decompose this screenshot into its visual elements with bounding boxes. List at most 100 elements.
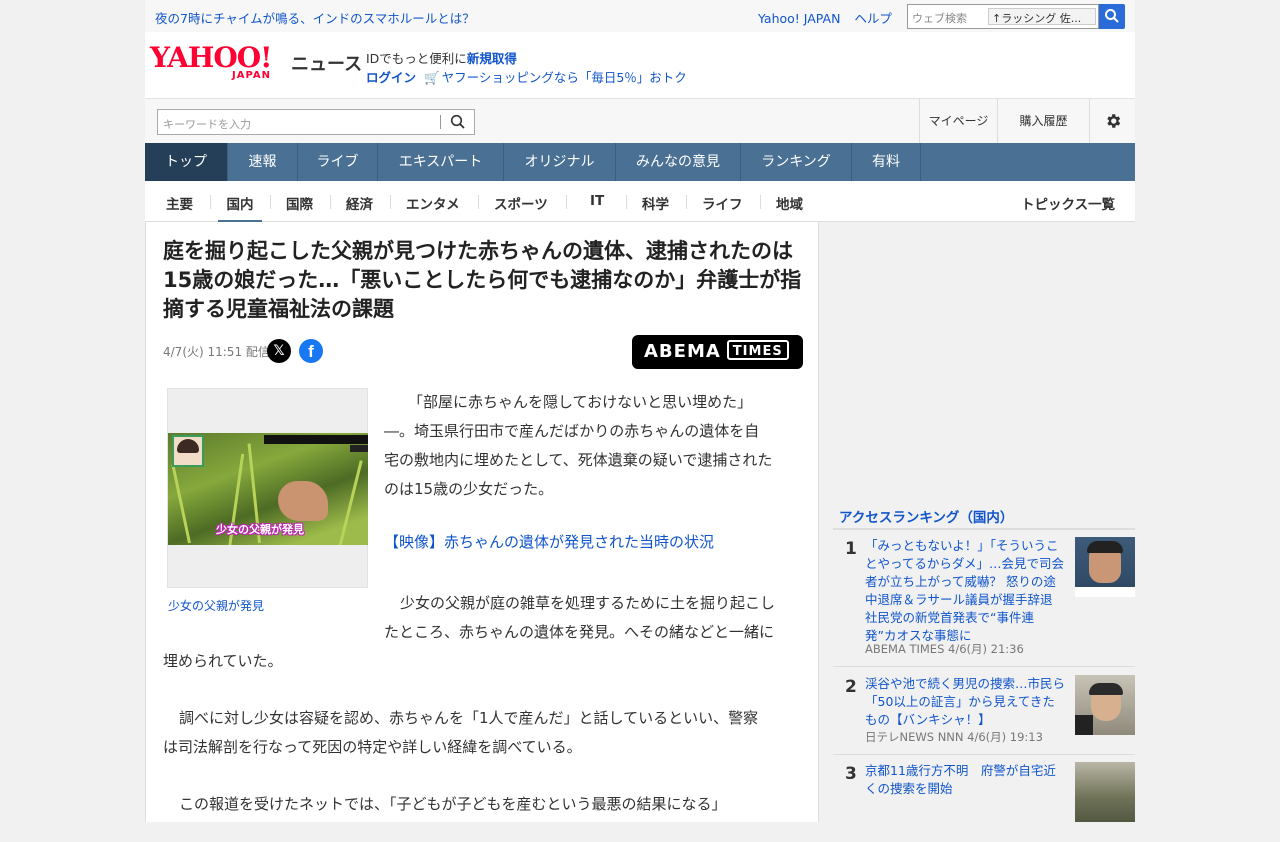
- yahoo-japan-link[interactable]: Yahoo! JAPAN: [758, 11, 840, 26]
- register-link[interactable]: 新規取得: [467, 51, 517, 66]
- nav-live[interactable]: ライブ: [298, 143, 378, 181]
- ranking-headline[interactable]: 渓谷や池で続く男児の捜索…市民ら「50以上の証言」から見えてきたもの【バンキシャ…: [865, 675, 1065, 729]
- nav-original[interactable]: オリジナル: [504, 143, 616, 181]
- paragraph-line: ―。埼玉県行田市で産んだばかりの赤ちゃんの遺体を自: [384, 422, 760, 440]
- paragraph-line: 宅の敷地内に埋めたとして、死体遺棄の疑いで逮捕された: [384, 451, 773, 469]
- login-link[interactable]: ログイン: [366, 70, 416, 85]
- shopping-promo-link[interactable]: ヤフーショッピングなら「毎日5％」おトク: [442, 70, 687, 85]
- ranking-number: 3: [845, 764, 857, 784]
- purchase-history-link[interactable]: 購入履歴: [997, 99, 1089, 144]
- yahoo-logo[interactable]: YAHOO!: [150, 44, 272, 72]
- account-prompt-text: IDでもっと便利に: [366, 51, 467, 66]
- paragraph-line: この報道を受けたネットでは、「子どもが子どもを産むという最悪の結果になる」: [179, 795, 727, 813]
- service-name[interactable]: ニュース: [291, 50, 362, 76]
- ranking-title[interactable]: アクセスランキング（国内）: [839, 506, 1013, 526]
- yahoo-logo-sub: JAPAN: [232, 70, 271, 81]
- article-title: 庭を掘り起こした父親が見つけた赤ちゃんの遺体、逮捕されたのは15歳の娘だった…「…: [163, 239, 802, 321]
- gear-icon: [1106, 114, 1120, 128]
- keyword-search-input[interactable]: キーワードを入力: [157, 109, 475, 135]
- publisher-logo-main: ABEMA: [644, 341, 721, 362]
- photo-presenter-hair: [177, 439, 199, 453]
- video-link[interactable]: 【映像】赤ちゃんの遺体が発見された当時の状況: [384, 531, 714, 552]
- category-international[interactable]: 国際: [286, 193, 313, 213]
- search-icon: [1105, 9, 1119, 23]
- category-main[interactable]: 主要: [166, 193, 193, 213]
- web-search-keyword-chip[interactable]: ↑ラッシング 佐...: [988, 8, 1096, 25]
- publisher-logo[interactable]: ABEMA TIMES: [632, 335, 803, 369]
- paragraph-line: 少女の父親が庭の雑草を処理するために土を掘り起こし: [400, 594, 776, 612]
- account-links: ログイン 🛒 ヤフーショッピングなら「毎日5％」おトク: [366, 67, 687, 86]
- top-headline-link[interactable]: 夜の7時にチャイムが鳴る、インドのスマホルールとは？: [155, 8, 475, 27]
- category-region[interactable]: 地域: [776, 193, 803, 213]
- thumb-caption-bar: [1075, 587, 1135, 597]
- site-header: YAHOO! JAPAN ニュース IDでもっと便利に新規取得 ログイン 🛒 ヤフー…: [145, 32, 1135, 98]
- ranking-number: 2: [845, 677, 857, 697]
- topics-list-link[interactable]: トピックス一覧: [1021, 193, 1115, 213]
- article-image[interactable]: 少女の父親が発見: [167, 388, 368, 588]
- category-nav: 主要 国内 国際 経済 エンタメ スポーツ IT 科学 ライフ 地域 トピックス…: [145, 181, 1135, 223]
- paragraph-line: 埋められていた。: [163, 652, 283, 670]
- nav-expert[interactable]: エキスパート: [378, 143, 504, 181]
- paragraph-line: は司法解剖を行なって死因の特定や詳しい経緯を調べている。: [163, 738, 582, 756]
- publisher-logo-sub: TIMES: [726, 340, 789, 360]
- ranking-thumbnail: [1075, 537, 1135, 597]
- ranking-thumbnail: [1075, 762, 1135, 822]
- nav-top[interactable]: トップ: [145, 143, 228, 181]
- category-life[interactable]: ライフ: [702, 193, 743, 213]
- nav-ranking[interactable]: ランキング: [741, 143, 852, 181]
- ranking-headline[interactable]: 京都11歳行方不明 府警が自宅近くの捜索を開始: [865, 762, 1065, 798]
- web-search-button[interactable]: [1099, 4, 1125, 29]
- ranking-headline[interactable]: 「みっともないよ！」「そういうことやってるからダメ」…会見で司会者が立ち上がって…: [865, 537, 1065, 645]
- thumb-hair: [1087, 541, 1123, 553]
- cart-icon: 🛒: [424, 70, 440, 85]
- web-search-input[interactable]: ウェブ検索 ↑ラッシング 佐...: [907, 4, 1099, 29]
- ranking-item[interactable]: 2 渓谷や池で続く男児の捜索…市民ら「50以上の証言」から見えてきたもの【バンキ…: [833, 675, 1135, 755]
- category-divider: [626, 195, 627, 209]
- grass-blade: [338, 460, 363, 545]
- nav-breaking[interactable]: 速報: [228, 143, 298, 181]
- ranking-thumbnail: [1075, 675, 1135, 735]
- ranking-source: 日テレNEWS NNN 4/6(月) 19:13: [865, 730, 1043, 744]
- photo-presenter-inset: [172, 435, 204, 467]
- nav-paid[interactable]: 有料: [852, 143, 921, 181]
- settings-button[interactable]: [1089, 99, 1135, 144]
- category-divider: [270, 195, 271, 209]
- nav-opinions[interactable]: みんなの意見: [616, 143, 741, 181]
- photo-caption-overlay: 少女の父親が発見: [216, 523, 304, 536]
- ranking-source: ABEMA TIMES 4/6(月) 21:36: [865, 642, 1024, 656]
- top-utility-inner: 夜の7時にチャイムが鳴る、インドのスマホルールとは？ Yahoo! JAPAN …: [145, 0, 1135, 32]
- article-date: 4/7(火) 11:51 配信: [163, 345, 270, 359]
- category-divider: [566, 195, 567, 209]
- paragraph-line: 「部屋に赤ちゃんを隠しておけないと思い埋めた」: [408, 393, 753, 411]
- article: 庭を掘り起こした父親が見つけた赤ちゃんの遺体、逮捕されたのは15歳の娘だった…「…: [145, 222, 819, 822]
- category-economy[interactable]: 経済: [346, 193, 373, 213]
- grass-blade: [171, 464, 191, 544]
- figure-caption[interactable]: 少女の父親が発見: [168, 597, 264, 614]
- top-links: Yahoo! JAPAN ヘルプ: [758, 8, 902, 27]
- paragraph-line: のは15歳の少女だった。: [384, 480, 554, 498]
- photo-top-banner: [264, 435, 368, 444]
- paragraph-line: たところ、赤ちゃんの遺体を発見。へその緒などと一緒に: [384, 623, 775, 641]
- category-science[interactable]: 科学: [642, 193, 669, 213]
- article-photo: 少女の父親が発見: [168, 433, 368, 545]
- category-divider: [760, 195, 761, 209]
- category-divider: [210, 195, 211, 209]
- search-divider: [440, 115, 441, 129]
- category-it[interactable]: IT: [590, 193, 604, 209]
- web-search-placeholder: ウェブ検索: [912, 12, 967, 25]
- category-domestic[interactable]: 国内: [218, 193, 262, 223]
- main-nav: トップ 速報 ライブ エキスパート オリジナル みんなの意見 ランキング 有料: [145, 143, 1135, 181]
- keyword-placeholder: キーワードを入力: [163, 118, 251, 131]
- category-divider: [390, 195, 391, 209]
- ranking-item[interactable]: 1 「みっともないよ！」「そういうことやってるからダメ」…会見で司会者が立ち上が…: [833, 537, 1135, 667]
- top-utility-bar: 夜の7時にチャイムが鳴る、インドのスマホルールとは？ Yahoo! JAPAN …: [0, 0, 1280, 32]
- ranking-item[interactable]: 3 京都11歳行方不明 府警が自宅近くの捜索を開始: [833, 762, 1135, 842]
- mypage-link[interactable]: マイページ: [919, 99, 997, 144]
- x-share-icon[interactable]: 𝕏: [267, 339, 291, 363]
- ranking-divider: [833, 528, 1135, 530]
- help-link[interactable]: ヘルプ: [854, 11, 892, 26]
- facebook-share-icon[interactable]: f: [299, 339, 323, 363]
- search-icon[interactable]: [450, 114, 466, 130]
- category-entertainment[interactable]: エンタメ: [406, 193, 460, 213]
- category-sports[interactable]: スポーツ: [494, 193, 548, 213]
